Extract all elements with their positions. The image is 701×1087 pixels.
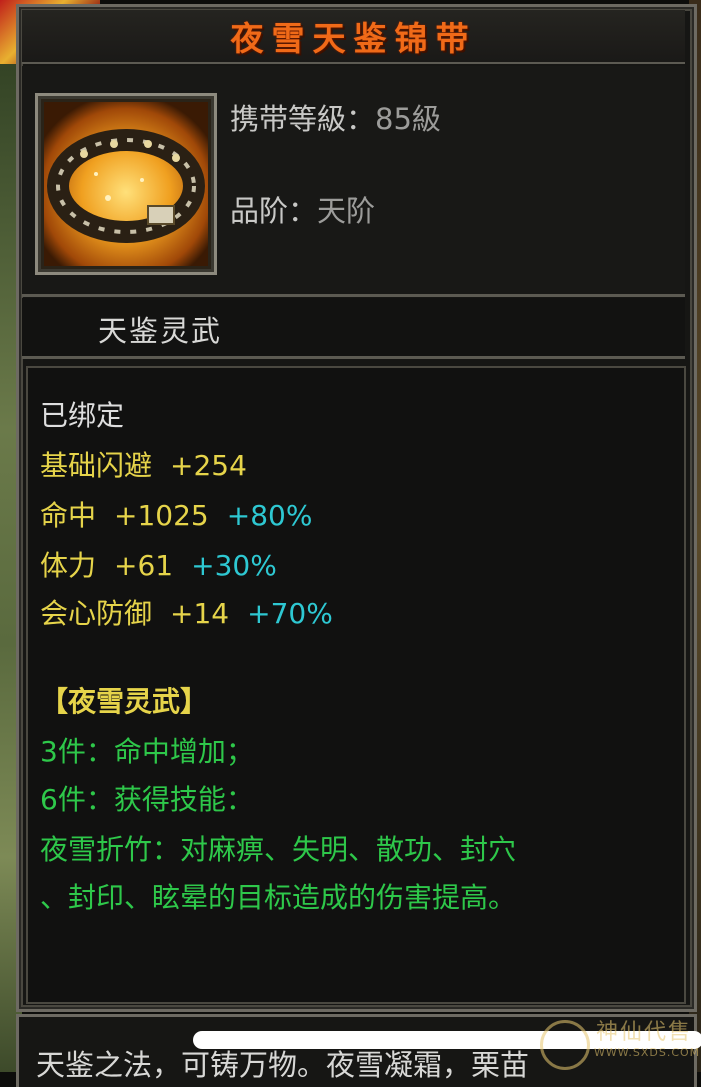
item-grade: 品阶：天阶 [230, 188, 375, 230]
set-line: 、封印、眩晕的目标造成的伤害提高。 [40, 881, 517, 914]
stat-bonus: +80% [226, 499, 313, 532]
stat-name: 基础闪避 [40, 449, 153, 482]
grade-value: 天阶 [317, 194, 376, 228]
stat-name: 会心防御 [40, 597, 153, 630]
set-title: 【夜雪灵武】 [40, 685, 209, 718]
stat-name: 体力 [40, 549, 97, 582]
stat-value: +14 [170, 597, 230, 630]
set-line: 3件：命中增加； [40, 735, 254, 768]
tooltip-title-bar: 夜雪天鉴锦带 [22, 10, 685, 64]
item-name: 夜雪天鉴锦带 [230, 19, 477, 58]
watermark-logo-icon [540, 1020, 590, 1070]
stats-area: 已绑定 基础闪避 +254 命中 +1025 +80% 体力 +61 +30% 会心防御 +… [26, 366, 686, 1004]
item-subtitle-bar: 天鉴灵武 [22, 298, 685, 359]
stat-value: +254 [170, 449, 247, 482]
item-subtitle: 天鉴灵武 [98, 314, 223, 348]
set-line: 夜雪折竹：对麻痹、失明、散功、封穴 [40, 833, 517, 866]
stat-bonus: +70% [247, 597, 333, 630]
item-info-area: 携带等級：85級 品阶：天阶 [22, 66, 685, 297]
watermark-url: WWW.SXDS.COM [594, 1046, 701, 1059]
bound-status: 已绑定 [40, 399, 125, 432]
stat-name: 命中 [40, 499, 97, 532]
stat-line: 基础闪避 +254 [40, 444, 247, 484]
stat-line: 会心防御 +14 +70% [40, 592, 333, 632]
item-icon-frame[interactable] [35, 93, 217, 275]
belt-icon [44, 102, 208, 266]
grade-label: 品阶： [230, 194, 318, 228]
carry-level-label: 携带等級： [230, 102, 376, 136]
watermark: 神仙代售 WWW.SXDS.COM [536, 1014, 699, 1070]
stat-value: +1025 [114, 499, 209, 532]
stat-bonus: +30% [191, 549, 277, 582]
stat-line: 命中 +1025 +80% [40, 494, 312, 534]
watermark-text: 神仙代售 [596, 1020, 693, 1045]
carry-level-value: 85級 [375, 102, 441, 136]
carry-level: 携带等級：85級 [230, 96, 441, 138]
stat-value: +61 [114, 549, 174, 582]
set-line: 6件：获得技能： [40, 783, 254, 816]
stat-line: 体力 +61 +30% [40, 544, 277, 584]
